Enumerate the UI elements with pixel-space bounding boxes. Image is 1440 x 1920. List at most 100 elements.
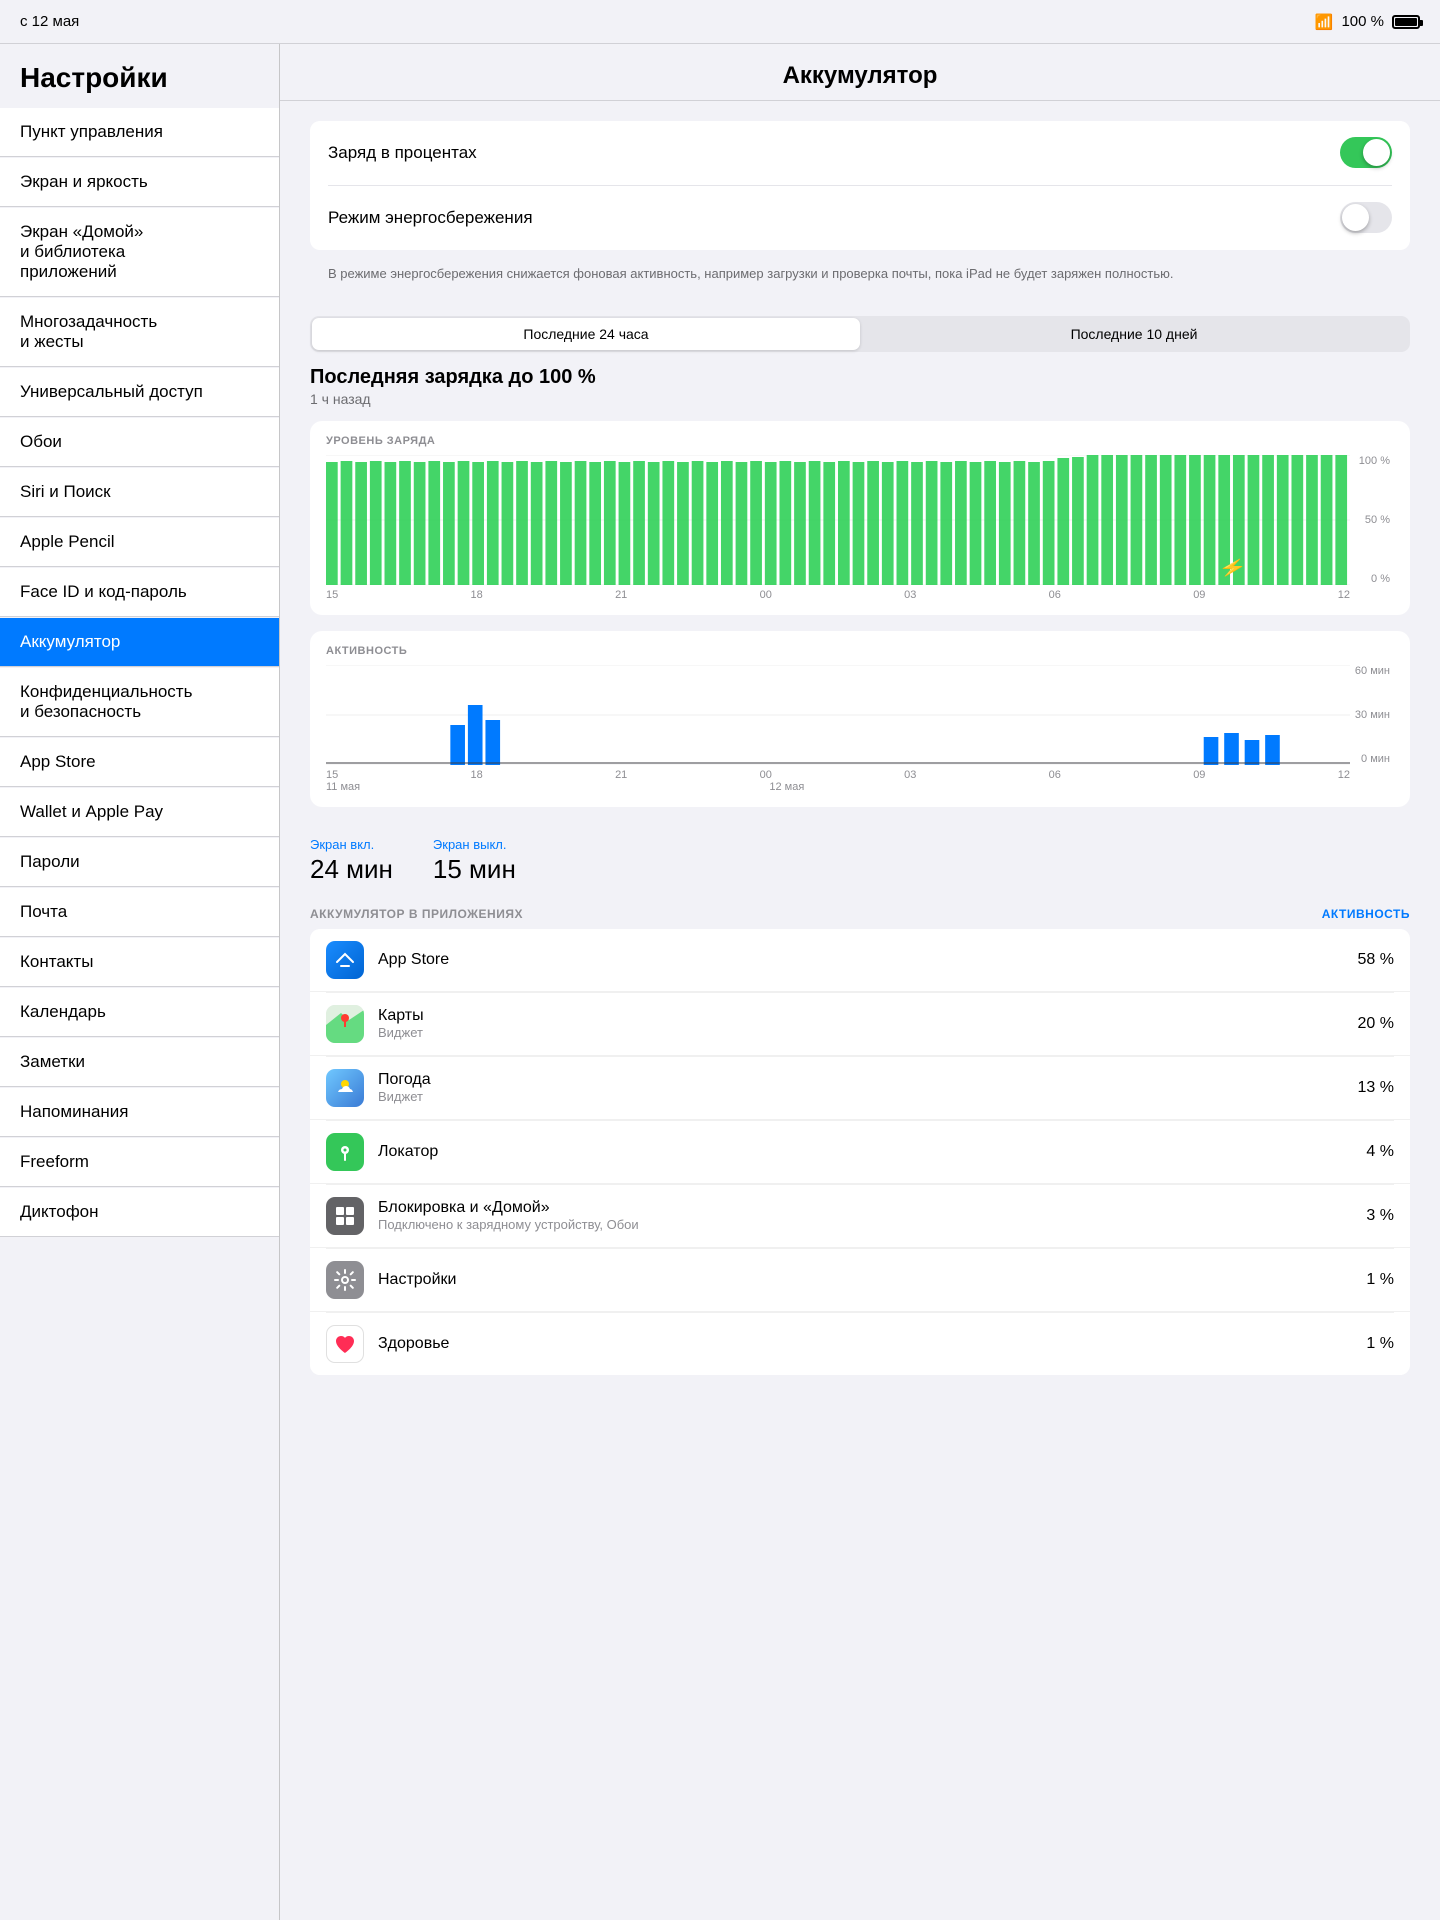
sidebar-item-voice-memos[interactable]: Диктофон (0, 1188, 279, 1237)
sidebar-item-face-id[interactable]: Face ID и код-пароль (0, 568, 279, 617)
sidebar-item-home-screen[interactable]: Экран «Домой» и библиотека приложений (0, 208, 279, 297)
apps-section-label: АККУМУЛЯТОР В ПРИЛОЖЕНИЯХ (310, 907, 523, 921)
app-icon-settings (326, 1261, 364, 1299)
apps-list: App Store 58 % Карты Виджет (310, 929, 1410, 1375)
power-saving-label: Режим энергосбережения (328, 208, 533, 228)
app-percent-lock-home: 3 % (1366, 1207, 1394, 1225)
charge-level-svg: ⚡ (326, 455, 1350, 585)
screen-off-value: 15 мин (433, 854, 516, 885)
sidebar-item-contacts[interactable]: Контакты (0, 938, 279, 987)
app-info-health: Здоровье (378, 1335, 1366, 1353)
app-name-settings: Настройки (378, 1271, 1366, 1289)
app-name-weather: Погода (378, 1071, 1358, 1089)
app-row-lock-home[interactable]: Блокировка и «Домой» Подключено к зарядн… (310, 1185, 1410, 1248)
sidebar-item-calendar[interactable]: Календарь (0, 988, 279, 1037)
app-row-app-store[interactable]: App Store 58 % (310, 929, 1410, 992)
sidebar-item-passwords[interactable]: Пароли (0, 838, 279, 887)
app-icon-find-my (326, 1133, 364, 1171)
charge-x-labels: 15 18 21 00 03 06 09 12 (326, 589, 1394, 601)
app-name-app-store: App Store (378, 951, 1358, 969)
app-icon-app-store (326, 941, 364, 979)
app-name-lock-home: Блокировка и «Домой» (378, 1199, 1366, 1217)
screen-off-label: Экран выкл. (433, 837, 516, 852)
charge-y-50: 50 % (1365, 514, 1390, 526)
app-detail-maps: Виджет (378, 1025, 1358, 1040)
last-charge-subtitle: 1 ч назад (310, 391, 1410, 407)
activity-y-30: 30 мин (1355, 709, 1390, 721)
activity-chart-label: АКТИВНОСТЬ (326, 645, 1394, 657)
charge-percent-row: Заряд в процентах (310, 121, 1410, 184)
sidebar-item-app-store[interactable]: App Store (0, 738, 279, 787)
sidebar-item-multitasking[interactable]: Многозадачность и жесты (0, 298, 279, 367)
sidebar-item-siri[interactable]: Siri и Поиск (0, 468, 279, 517)
app-percent-maps: 20 % (1358, 1015, 1394, 1033)
tab-24h[interactable]: Последние 24 часа (312, 318, 860, 350)
power-saving-toggle[interactable] (1340, 202, 1392, 233)
status-bar: с 12 мая 📶 100 % (0, 0, 1440, 44)
svg-text:⚡: ⚡ (1218, 557, 1247, 577)
app-info-settings: Настройки (378, 1271, 1366, 1289)
app-detail-lock-home: Подключено к зарядному устройству, Обои (378, 1217, 1366, 1232)
app-percent-health: 1 % (1366, 1335, 1394, 1353)
charge-chart-section: УРОВЕНЬ ЗАРЯДА (310, 421, 1410, 615)
power-saving-description: В режиме энергосбережения снижается фоно… (310, 254, 1410, 298)
sidebar-item-control-center[interactable]: Пункт управления (0, 108, 279, 157)
sidebar-item-battery[interactable]: Аккумулятор (0, 618, 279, 667)
app-name-maps: Карты (378, 1007, 1358, 1025)
last-charge-title: Последняя зарядка до 100 % (310, 366, 1410, 389)
tab-10d[interactable]: Последние 10 дней (860, 318, 1408, 350)
sidebar-item-apple-pencil[interactable]: Apple Pencil (0, 518, 279, 567)
screen-stats: Экран вкл. 24 мин Экран выкл. 15 мин (310, 823, 1410, 893)
sidebar-item-mail[interactable]: Почта (0, 888, 279, 937)
apps-section-header: АККУМУЛЯТОР В ПРИЛОЖЕНИЯХ АКТИВНОСТЬ (310, 893, 1410, 929)
app-name-health: Здоровье (378, 1335, 1366, 1353)
charge-chart-label: УРОВЕНЬ ЗАРЯДА (326, 435, 1394, 447)
main-title: Аккумулятор (280, 44, 1440, 101)
app-row-find-my[interactable]: Локатор 4 % (310, 1121, 1410, 1184)
sidebar-item-reminders[interactable]: Напоминания (0, 1088, 279, 1137)
app-row-weather[interactable]: Погода Виджет 13 % (310, 1057, 1410, 1120)
activity-y-60: 60 мин (1355, 665, 1390, 677)
app-icon-weather (326, 1069, 364, 1107)
activity-chart-section: АКТИВНОСТЬ (310, 631, 1410, 807)
sidebar-item-wallet[interactable]: Wallet и Apple Pay (0, 788, 279, 837)
charge-percent-label: Заряд в процентах (328, 143, 477, 163)
sidebar-item-privacy[interactable]: Конфиденциальность и безопасность (0, 668, 279, 737)
sidebar-item-accessibility[interactable]: Универсальный доступ (0, 368, 279, 417)
activity-x-labels: 15 18 21 00 03 06 09 12 (326, 769, 1394, 781)
charge-y-0: 0 % (1371, 573, 1390, 585)
content-area: Заряд в процентах Режим энергосбережения… (280, 101, 1440, 1435)
main-content: Аккумулятор Заряд в процентах Режим энер… (280, 0, 1440, 1920)
app-info-find-my: Локатор (378, 1143, 1366, 1161)
sidebar-item-wallpaper[interactable]: Обои (0, 418, 279, 467)
charge-y-100: 100 % (1359, 455, 1390, 467)
screen-on-stat: Экран вкл. 24 мин (310, 837, 393, 885)
screen-on-value: 24 мин (310, 854, 393, 885)
apps-section-action[interactable]: АКТИВНОСТЬ (1322, 907, 1410, 921)
screen-on-label: Экран вкл. (310, 837, 393, 852)
power-saving-row: Режим энергосбережения (310, 186, 1410, 249)
app-percent-weather: 13 % (1358, 1079, 1394, 1097)
app-info-lock-home: Блокировка и «Домой» Подключено к зарядн… (378, 1199, 1366, 1232)
app-name-find-my: Локатор (378, 1143, 1366, 1161)
sidebar-item-freeform[interactable]: Freeform (0, 1138, 279, 1187)
sidebar: Настройки Пункт управления Экран и яркос… (0, 0, 280, 1920)
sidebar-item-display[interactable]: Экран и яркость (0, 158, 279, 207)
sidebar-item-notes[interactable]: Заметки (0, 1038, 279, 1087)
charge-percent-toggle[interactable] (1340, 137, 1392, 168)
app-row-health[interactable]: Здоровье 1 % (310, 1313, 1410, 1375)
wifi-icon: 📶 (1315, 13, 1334, 31)
time-range-selector[interactable]: Последние 24 часа Последние 10 дней (310, 316, 1410, 352)
app-info-maps: Карты Виджет (378, 1007, 1358, 1040)
battery-icon-container (1392, 15, 1420, 29)
app-percent-find-my: 4 % (1366, 1143, 1394, 1161)
battery-percent: 100 % (1341, 13, 1384, 30)
screen-off-stat: Экран выкл. 15 мин (433, 837, 516, 885)
activity-date-labels: 11 мая 12 мая (326, 781, 1394, 793)
activity-y-0: 0 мин (1361, 753, 1390, 765)
app-row-settings[interactable]: Настройки 1 % (310, 1249, 1410, 1312)
sidebar-title: Настройки (0, 44, 279, 104)
app-row-maps[interactable]: Карты Виджет 20 % (310, 993, 1410, 1056)
app-icon-lock-home (326, 1197, 364, 1235)
activity-svg (326, 665, 1350, 765)
